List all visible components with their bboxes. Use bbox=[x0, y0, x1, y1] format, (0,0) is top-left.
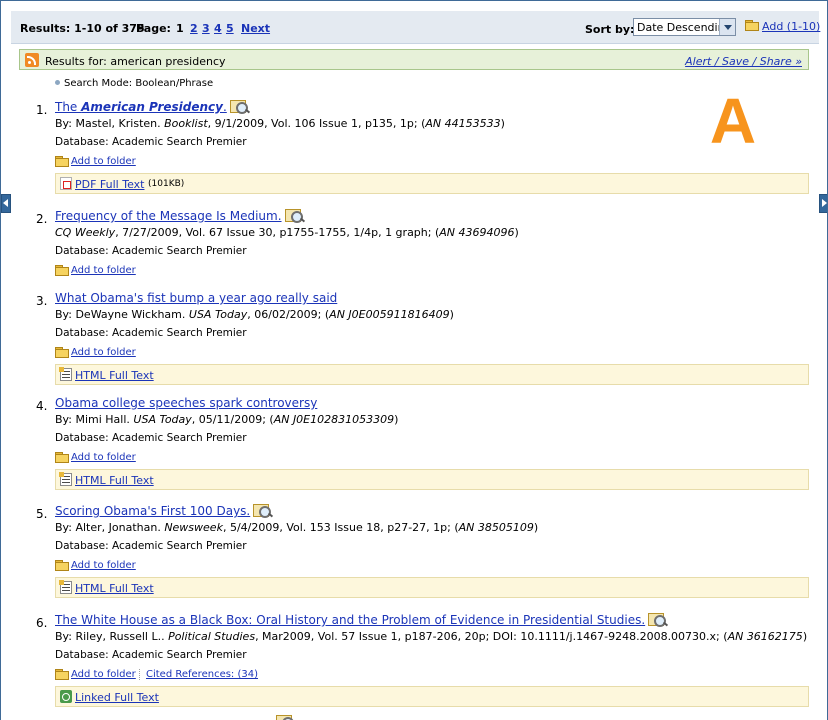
html-full-text-link[interactable]: HTML Full Text bbox=[75, 474, 154, 487]
collapse-right-panel-button[interactable] bbox=[819, 194, 827, 213]
result-number: 1. bbox=[36, 103, 48, 117]
add-to-folder[interactable]: Add to folder bbox=[55, 452, 136, 465]
results-count: Results: 1-10 of 375 bbox=[20, 22, 145, 35]
collapse-left-panel-button[interactable] bbox=[1, 194, 11, 213]
page-link-5[interactable]: 5 bbox=[226, 22, 234, 35]
database-label: Database: Academic Search Premier bbox=[55, 432, 247, 444]
add-to-folder-link[interactable]: Add to folder bbox=[71, 156, 136, 167]
result-number: 3. bbox=[36, 294, 48, 308]
rss-results-bar: Results for: american presidency Alert /… bbox=[19, 49, 809, 70]
brand-letter: A bbox=[710, 89, 756, 147]
preview-icon[interactable] bbox=[229, 100, 250, 114]
academic-search-logo: A bbox=[710, 89, 756, 147]
chevron-down-icon[interactable] bbox=[719, 19, 735, 35]
add-all-link[interactable]: Add (1-10) bbox=[762, 20, 820, 33]
add-all-to-folder[interactable]: Add (1-10) bbox=[745, 20, 820, 33]
result-number: 5. bbox=[36, 507, 48, 521]
add-to-folder[interactable]: Add to folder bbox=[55, 669, 136, 682]
add-to-folder-link[interactable]: Add to folder bbox=[71, 452, 136, 463]
result-number: 2. bbox=[36, 212, 48, 226]
database-label: Database: Academic Search Premier bbox=[55, 136, 247, 148]
sort-value: Date Descending bbox=[637, 21, 732, 34]
citation: CQ Weekly, 7/27/2009, Vol. 67 Issue 30, … bbox=[55, 226, 519, 239]
current-page: 1 bbox=[176, 22, 184, 35]
pdf-full-text-link[interactable]: PDF Full Text bbox=[75, 178, 144, 191]
sort-select[interactable]: Date Descending bbox=[633, 18, 736, 36]
search-mode-text: Search Mode: Boolean/Phrase bbox=[64, 78, 214, 89]
result-title-link[interactable]: The American Presidency. bbox=[55, 100, 250, 114]
fulltext-bar: HTML Full Text bbox=[55, 577, 809, 598]
linked-full-text-link[interactable]: Linked Full Text bbox=[75, 691, 159, 704]
page-link-2[interactable]: 2 bbox=[190, 22, 198, 35]
sort-label: Sort by: bbox=[585, 23, 635, 36]
next-page-link[interactable]: Next bbox=[241, 22, 270, 35]
citation: By: Riley, Russell L.. Political Studies… bbox=[55, 630, 808, 643]
fulltext-bar: HTML Full Text bbox=[55, 469, 809, 490]
folder-icon bbox=[55, 265, 69, 276]
add-to-folder-link[interactable]: Add to folder bbox=[71, 560, 136, 571]
preview-icon[interactable] bbox=[648, 613, 669, 627]
citation: By: Mimi Hall. USA Today, 05/11/2009; (A… bbox=[55, 413, 399, 426]
results-for-query: Results for: american presidency bbox=[45, 55, 226, 68]
fulltext-bar: Linked Full Text bbox=[55, 686, 809, 707]
html-icon bbox=[59, 367, 72, 381]
html-full-text-link[interactable]: HTML Full Text bbox=[75, 582, 154, 595]
citation: By: Mastel, Kristen. Booklist, 9/1/2009,… bbox=[55, 117, 505, 130]
database-label: Database: Academic Search Premier bbox=[55, 649, 247, 661]
cited-references-link[interactable]: Cited References: (34) bbox=[139, 669, 258, 680]
alert-save-share-link[interactable]: Alert / Save / Share » bbox=[685, 55, 802, 68]
result-title-link[interactable]: Frequency of the Message Is Medium. bbox=[55, 209, 305, 223]
fulltext-bar: HTML Full Text bbox=[55, 364, 809, 385]
preview-icon[interactable] bbox=[284, 209, 305, 223]
add-to-folder-link[interactable]: Add to folder bbox=[71, 347, 136, 358]
bullet-icon bbox=[55, 80, 60, 85]
folder-icon bbox=[55, 669, 69, 680]
add-to-folder[interactable]: Add to folder bbox=[55, 156, 136, 169]
html-full-text-link[interactable]: HTML Full Text bbox=[75, 369, 154, 382]
page-link-3[interactable]: 3 bbox=[202, 22, 210, 35]
file-size: (101KB) bbox=[148, 179, 185, 189]
preview-icon[interactable] bbox=[276, 715, 295, 720]
add-to-folder[interactable]: Add to folder bbox=[55, 560, 136, 573]
result-title-link[interactable]: What Obama's fist bump a year ago really… bbox=[55, 291, 337, 305]
page-link-4[interactable]: 4 bbox=[214, 22, 222, 35]
database-label: Database: Academic Search Premier bbox=[55, 540, 247, 552]
results-panel: Results: 1-10 of 375 Page: 1 2 3 4 5 Nex… bbox=[1, 1, 827, 720]
folder-icon bbox=[55, 452, 69, 463]
add-to-folder[interactable]: Add to folder bbox=[55, 347, 136, 360]
page-label: Page: bbox=[136, 22, 171, 35]
database-label: Database: Academic Search Premier bbox=[55, 245, 247, 257]
fulltext-bar: PDF Full Text (101KB) bbox=[55, 173, 809, 194]
folder-icon bbox=[745, 20, 759, 31]
pdf-icon bbox=[60, 177, 72, 190]
rss-icon[interactable] bbox=[25, 53, 39, 67]
result-number: 6. bbox=[36, 616, 48, 630]
folder-icon bbox=[55, 156, 69, 167]
folder-icon bbox=[55, 347, 69, 358]
search-mode: Search Mode: Boolean/Phrase bbox=[55, 78, 213, 89]
html-icon bbox=[59, 472, 72, 486]
result-title-link[interactable]: Obama college speeches spark controversy bbox=[55, 396, 317, 410]
add-to-folder[interactable]: Add to folder bbox=[55, 265, 136, 278]
database-label: Database: Academic Search Premier bbox=[55, 327, 247, 339]
citation: By: DeWayne Wickham. USA Today, 06/02/20… bbox=[55, 308, 454, 321]
citation: By: Alter, Jonathan. Newsweek, 5/4/2009,… bbox=[55, 521, 539, 534]
add-to-folder-link[interactable]: Add to folder bbox=[71, 669, 136, 680]
html-icon bbox=[59, 580, 72, 594]
preview-icon[interactable] bbox=[253, 504, 274, 518]
result-number: 4. bbox=[36, 399, 48, 413]
add-to-folder-link[interactable]: Add to folder bbox=[71, 265, 136, 276]
linked-full-text-icon bbox=[60, 690, 72, 703]
results-header-bar: Results: 1-10 of 375 Page: 1 2 3 4 5 Nex… bbox=[11, 11, 820, 44]
result-title-link[interactable]: The White House as a Black Box: Oral His… bbox=[55, 613, 669, 627]
result-title-link[interactable]: Scoring Obama's First 100 Days. bbox=[55, 504, 274, 518]
folder-icon bbox=[55, 560, 69, 571]
